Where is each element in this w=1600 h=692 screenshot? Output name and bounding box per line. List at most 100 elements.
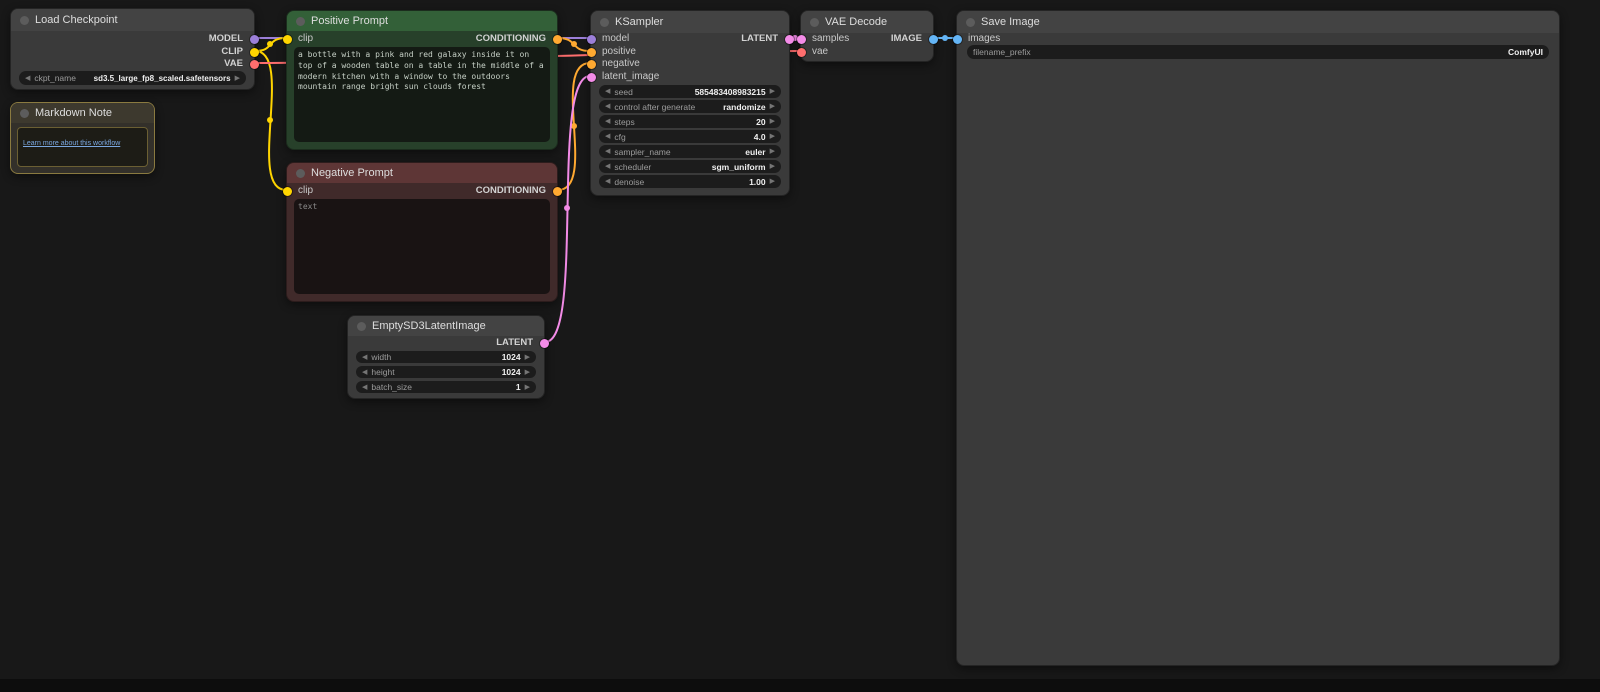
vae-output-port[interactable] [249,59,259,69]
control-after-generate-widget[interactable]: ◀ control after generate randomize ▶ [599,100,781,113]
collapse-dot[interactable] [357,321,366,331]
node-markdown-note[interactable]: Markdown Note Learn more about this work… [10,102,155,174]
widget-label: batch_size [371,382,413,392]
sampler-name-widget[interactable]: ◀ sampler_name euler ▶ [599,145,781,158]
negative-prompt-textarea[interactable]: text [294,199,550,294]
images-input-label: images [968,33,1001,44]
note-link[interactable]: Learn more about this workflow [23,140,120,147]
positive-prompt-textarea[interactable]: a bottle with a pink and red galaxy insi… [294,47,550,142]
vae-input-port[interactable] [796,47,806,57]
arrow-right-icon[interactable]: ▶ [235,75,240,82]
batch-size-widget[interactable]: ◀ batch_size 1 ▶ [356,381,536,393]
note-body[interactable]: Learn more about this workflow [17,127,148,167]
model-output-port[interactable] [249,34,259,44]
arrow-right-icon[interactable]: ▶ [770,148,775,155]
arrow-right-icon[interactable]: ▶ [770,178,775,185]
height-widget[interactable]: ◀ height 1024 ▶ [356,366,536,378]
scheduler-widget[interactable]: ◀ scheduler sgm_uniform ▶ [599,160,781,173]
wire-dot-positive-conditioning [571,41,577,47]
arrow-left-icon[interactable]: ◀ [605,88,610,95]
conditioning-output-port[interactable] [552,186,562,196]
wire-dot-image [942,35,948,41]
node-load-checkpoint[interactable]: Load Checkpoint MODEL CLIP VAE ◀ ckpt_na… [10,8,259,90]
arrow-right-icon[interactable]: ▶ [770,163,775,170]
node-vae-decode-header[interactable]: VAE Decode [801,11,933,33]
model-input-port[interactable] [586,34,596,44]
clip-input-label: clip [298,33,314,44]
negative-input-port[interactable] [586,59,596,69]
image-output-label: IMAGE [890,33,922,44]
latent-image-input-port[interactable] [586,72,596,82]
arrow-left-icon[interactable]: ◀ [605,163,610,170]
arrow-left-icon[interactable]: ◀ [605,103,610,110]
collapse-dot[interactable] [810,17,819,27]
node-positive-prompt-header[interactable]: Positive Prompt [287,11,557,31]
clip-input-port[interactable] [282,34,292,44]
node-markdown-note-header[interactable]: Markdown Note [11,103,154,123]
arrow-right-icon[interactable]: ▶ [770,118,775,125]
width-widget[interactable]: ◀ width 1024 ▶ [356,351,536,363]
conditioning-output-port[interactable] [552,34,562,44]
node-save-image-header[interactable]: Save Image [957,11,1559,33]
arrow-left-icon[interactable]: ◀ [605,133,610,140]
node-vae-decode[interactable]: VAE Decode samples vae IMAGE [796,10,938,62]
widget-label: seed [614,86,633,97]
arrow-left-icon[interactable]: ◀ [25,75,30,82]
arrow-right-icon[interactable]: ▶ [525,354,530,361]
arrow-right-icon[interactable]: ▶ [770,88,775,95]
arrow-left-icon[interactable]: ◀ [605,178,610,185]
node-title: VAE Decode [825,16,888,28]
image-output-port[interactable] [928,34,938,44]
arrow-left-icon[interactable]: ◀ [605,148,610,155]
node-ksampler-header[interactable]: KSampler [591,11,789,33]
arrow-right-icon[interactable]: ▶ [525,384,530,391]
node-title: Save Image [981,16,1040,28]
node-title: Markdown Note [35,107,113,119]
widget-label: filename_prefix [973,47,1031,57]
widget-label: ckpt_name [34,73,76,83]
node-positive-prompt[interactable]: Positive Prompt clip CONDITIONING a bott… [282,10,562,150]
ckpt-name-widget[interactable]: ◀ ckpt_name sd3.5_large_fp8_scaled.safet… [19,71,246,85]
latent-output-port[interactable] [784,34,794,44]
node-ksampler[interactable]: KSampler model positive negative latent_… [586,10,794,196]
collapse-dot[interactable] [296,16,305,26]
cfg-widget[interactable]: ◀ cfg 4.0 ▶ [599,130,781,143]
node-empty-latent-header[interactable]: EmptySD3LatentImage [348,316,544,336]
collapse-dot[interactable] [20,15,29,25]
arrow-right-icon[interactable]: ▶ [770,133,775,140]
images-input-port[interactable] [952,34,962,44]
clip-input-label: clip [298,185,314,196]
latent-output-port[interactable] [539,338,549,348]
steps-widget[interactable]: ◀ steps 20 ▶ [599,115,781,128]
denoise-widget[interactable]: ◀ denoise 1.00 ▶ [599,175,781,188]
arrow-left-icon[interactable]: ◀ [362,369,367,376]
node-save-image[interactable]: Save Image images filename_prefix ComfyU… [952,10,1560,666]
widget-value: sgm_uniform [711,161,766,172]
collapse-dot[interactable] [600,17,609,27]
clip-output-port[interactable] [249,47,259,57]
node-title: Negative Prompt [311,167,393,179]
arrow-left-icon[interactable]: ◀ [605,118,610,125]
arrow-left-icon[interactable]: ◀ [362,384,367,391]
clip-input-port[interactable] [282,186,292,196]
filename-prefix-widget[interactable]: filename_prefix ComfyUI [967,45,1549,59]
node-negative-prompt[interactable]: Negative Prompt clip CONDITIONING text [282,162,562,302]
arrow-right-icon[interactable]: ▶ [770,103,775,110]
node-negative-prompt-header[interactable]: Negative Prompt [287,163,557,183]
arrow-right-icon[interactable]: ▶ [525,369,530,376]
conditioning-output-label: CONDITIONING [475,33,546,44]
widget-value: sd3.5_large_fp8_scaled.safetensors [93,73,231,83]
seed-widget[interactable]: ◀ seed 585483408983215 ▶ [599,85,781,98]
widget-label: sampler_name [614,146,671,157]
node-load-checkpoint-header[interactable]: Load Checkpoint [11,9,254,31]
collapse-dot[interactable] [296,168,305,178]
arrow-left-icon[interactable]: ◀ [362,354,367,361]
node-title: KSampler [615,16,664,28]
node-empty-sd3-latent-image[interactable]: EmptySD3LatentImage LATENT ◀ width 1024 … [347,315,549,399]
wire-dot-clip-positive [267,41,273,47]
collapse-dot[interactable] [20,108,29,118]
workflow-canvas[interactable]: Load Checkpoint MODEL CLIP VAE ◀ ckpt_na… [0,0,1600,692]
samples-input-port[interactable] [796,34,806,44]
positive-input-port[interactable] [586,47,596,57]
collapse-dot[interactable] [966,17,975,27]
